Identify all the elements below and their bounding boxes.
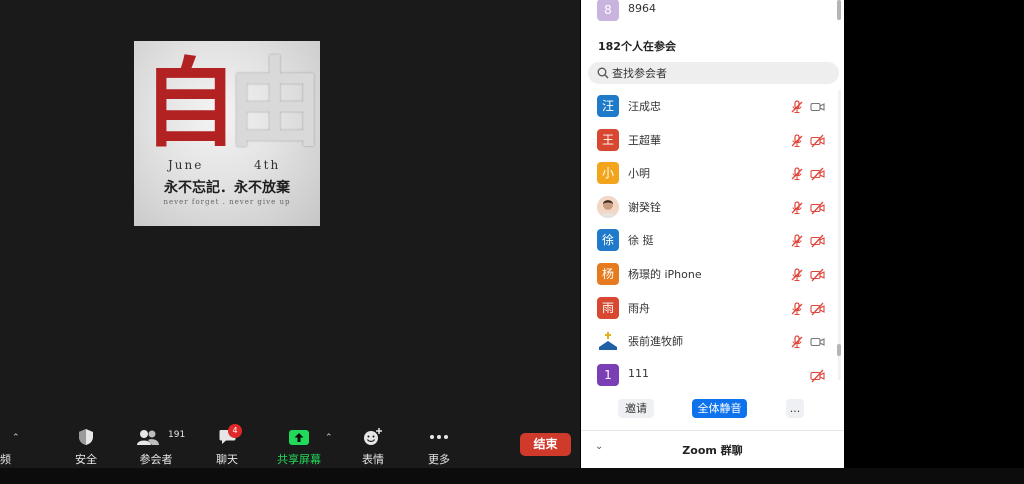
poster-date-month: June bbox=[168, 158, 204, 172]
more-button[interactable]: 更多 bbox=[409, 420, 469, 468]
camera-off-icon bbox=[810, 133, 825, 148]
participant-name: 雨舟 bbox=[628, 301, 650, 315]
mic-muted-icon bbox=[790, 166, 804, 181]
group-chat-title: Zoom 群聊 bbox=[682, 444, 743, 457]
chat-unread-badge: 4 bbox=[228, 424, 242, 438]
participants-count: 191 bbox=[168, 430, 186, 440]
participant-name: 小明 bbox=[628, 167, 650, 181]
participant-name: 汪成忠 bbox=[628, 100, 661, 113]
search-bar[interactable] bbox=[588, 62, 839, 84]
participant-name: 張前進牧師 bbox=[628, 335, 683, 349]
participant-avatar: 徐 bbox=[597, 229, 619, 252]
camera-off-icon bbox=[810, 200, 825, 215]
camera-off-icon bbox=[810, 166, 825, 181]
participant-row[interactable]: 杨杨璟的 iPhone bbox=[581, 258, 844, 291]
video-options-caret-icon[interactable]: ⌃ bbox=[12, 433, 20, 443]
participant-avatar: 小 bbox=[597, 162, 619, 185]
chat-bubble-icon bbox=[197, 428, 257, 446]
chat-label: 聊天 bbox=[216, 453, 238, 466]
participant-row[interactable]: 張前進牧師 bbox=[581, 325, 844, 358]
search-icon bbox=[597, 67, 609, 79]
mic-muted-icon bbox=[790, 200, 804, 214]
poster-slogan: 永不忘記．永不放棄 bbox=[164, 180, 290, 196]
participant-row[interactable]: 汪汪成忠 bbox=[581, 90, 844, 123]
reactions-button[interactable]: 表情 bbox=[343, 420, 403, 468]
camera-off-icon bbox=[810, 267, 825, 282]
participants-panel: 8 8964 182个人在参会 汪汪成忠王王超華小小明谢癸铨徐徐 挺杨杨璟的 i… bbox=[581, 0, 844, 468]
video-area: 自 由 June 4th 永不忘記．永不放棄 never forget . ne… bbox=[0, 0, 580, 468]
bottom-strip bbox=[0, 468, 1024, 484]
participant-row[interactable]: 王王超華 bbox=[581, 124, 844, 157]
mic-muted-icon bbox=[790, 233, 804, 248]
security-label: 安全 bbox=[75, 453, 97, 466]
share-screen-label: 共享屏幕 bbox=[277, 453, 321, 466]
camera-off-icon bbox=[810, 368, 825, 383]
poster-subtitle: never forget . never give up bbox=[163, 198, 291, 206]
participant-name: 杨璟的 iPhone bbox=[628, 268, 702, 281]
share-screen-icon bbox=[269, 428, 329, 446]
mic-muted-icon bbox=[790, 133, 804, 147]
chat-button[interactable]: 聊天 bbox=[197, 420, 257, 468]
right-margin bbox=[844, 0, 1024, 468]
participants-button[interactable]: 参会者 bbox=[126, 420, 186, 468]
mic-muted-icon bbox=[790, 267, 804, 282]
participant-name: 谢癸铨 bbox=[628, 200, 661, 214]
mic-muted-icon bbox=[790, 301, 804, 315]
meeting-toolbar: 频 ⌃ 安全 参会者 聊天 共享屏幕 ⌃ 表情 更多 bbox=[0, 420, 580, 468]
mic-muted-icon bbox=[790, 99, 804, 114]
end-meeting-button[interactable]: 结束 bbox=[520, 433, 571, 456]
camera-off-icon bbox=[810, 233, 825, 248]
participant-row[interactable]: 小小明 bbox=[581, 157, 844, 190]
camera-icon bbox=[810, 334, 825, 348]
mic-muted-icon bbox=[790, 334, 804, 349]
participant-name: 徐 挺 bbox=[628, 234, 654, 248]
poster-char-left: 自 bbox=[142, 47, 238, 160]
church-logo-avatar bbox=[597, 330, 619, 353]
participant-name: 王超華 bbox=[628, 133, 661, 147]
reactions-label: 表情 bbox=[362, 453, 384, 466]
participant-avatar: 王 bbox=[597, 128, 619, 151]
participant-avatar: 1 bbox=[597, 363, 619, 386]
participant-row[interactable]: 徐徐 挺 bbox=[581, 224, 844, 257]
video-button-partial[interactable]: 频 bbox=[0, 420, 30, 468]
participant-row[interactable]: 1 111 bbox=[581, 359, 844, 392]
poster-date-day: 4th bbox=[254, 158, 281, 172]
more-dots-icon bbox=[409, 428, 469, 446]
security-button[interactable]: 安全 bbox=[56, 420, 116, 468]
participant-photo-avatar bbox=[597, 195, 619, 218]
participant-avatar: 8 bbox=[597, 0, 619, 21]
search-input[interactable] bbox=[612, 64, 832, 82]
participant-count-title: 182个人在参会 bbox=[598, 40, 676, 53]
invite-button[interactable]: 邀请 bbox=[618, 399, 654, 418]
participant-name: 8964 bbox=[628, 2, 656, 15]
participant-row-top[interactable]: 8 8964 bbox=[581, 0, 844, 27]
more-label: 更多 bbox=[428, 453, 450, 466]
panel-more-button[interactable]: ... bbox=[786, 399, 804, 418]
camera-off-icon bbox=[810, 301, 825, 316]
share-screen-button[interactable]: 共享屏幕 bbox=[269, 420, 329, 468]
shield-icon bbox=[56, 428, 116, 446]
video-label: 频 bbox=[0, 453, 11, 466]
camera-icon bbox=[810, 99, 825, 113]
group-chat-bar[interactable]: ⌄ Zoom 群聊 bbox=[581, 430, 844, 468]
participant-row[interactable]: 雨雨舟 bbox=[581, 292, 844, 325]
mute-all-button[interactable]: 全体静音 bbox=[692, 399, 747, 418]
emoji-add-icon bbox=[343, 428, 403, 446]
participant-avatar: 杨 bbox=[597, 263, 619, 285]
share-options-caret-icon[interactable]: ⌃ bbox=[325, 433, 333, 443]
participant-avatar: 雨 bbox=[597, 296, 619, 319]
participants-label: 参会者 bbox=[139, 453, 173, 466]
poster-char-right: 由 bbox=[227, 47, 320, 160]
participant-row[interactable]: 谢癸铨 bbox=[581, 191, 844, 224]
participant-avatar: 汪 bbox=[597, 95, 619, 117]
shared-poster-image: 自 由 June 4th 永不忘記．永不放棄 never forget . ne… bbox=[134, 41, 320, 226]
participant-name: 111 bbox=[628, 366, 649, 380]
